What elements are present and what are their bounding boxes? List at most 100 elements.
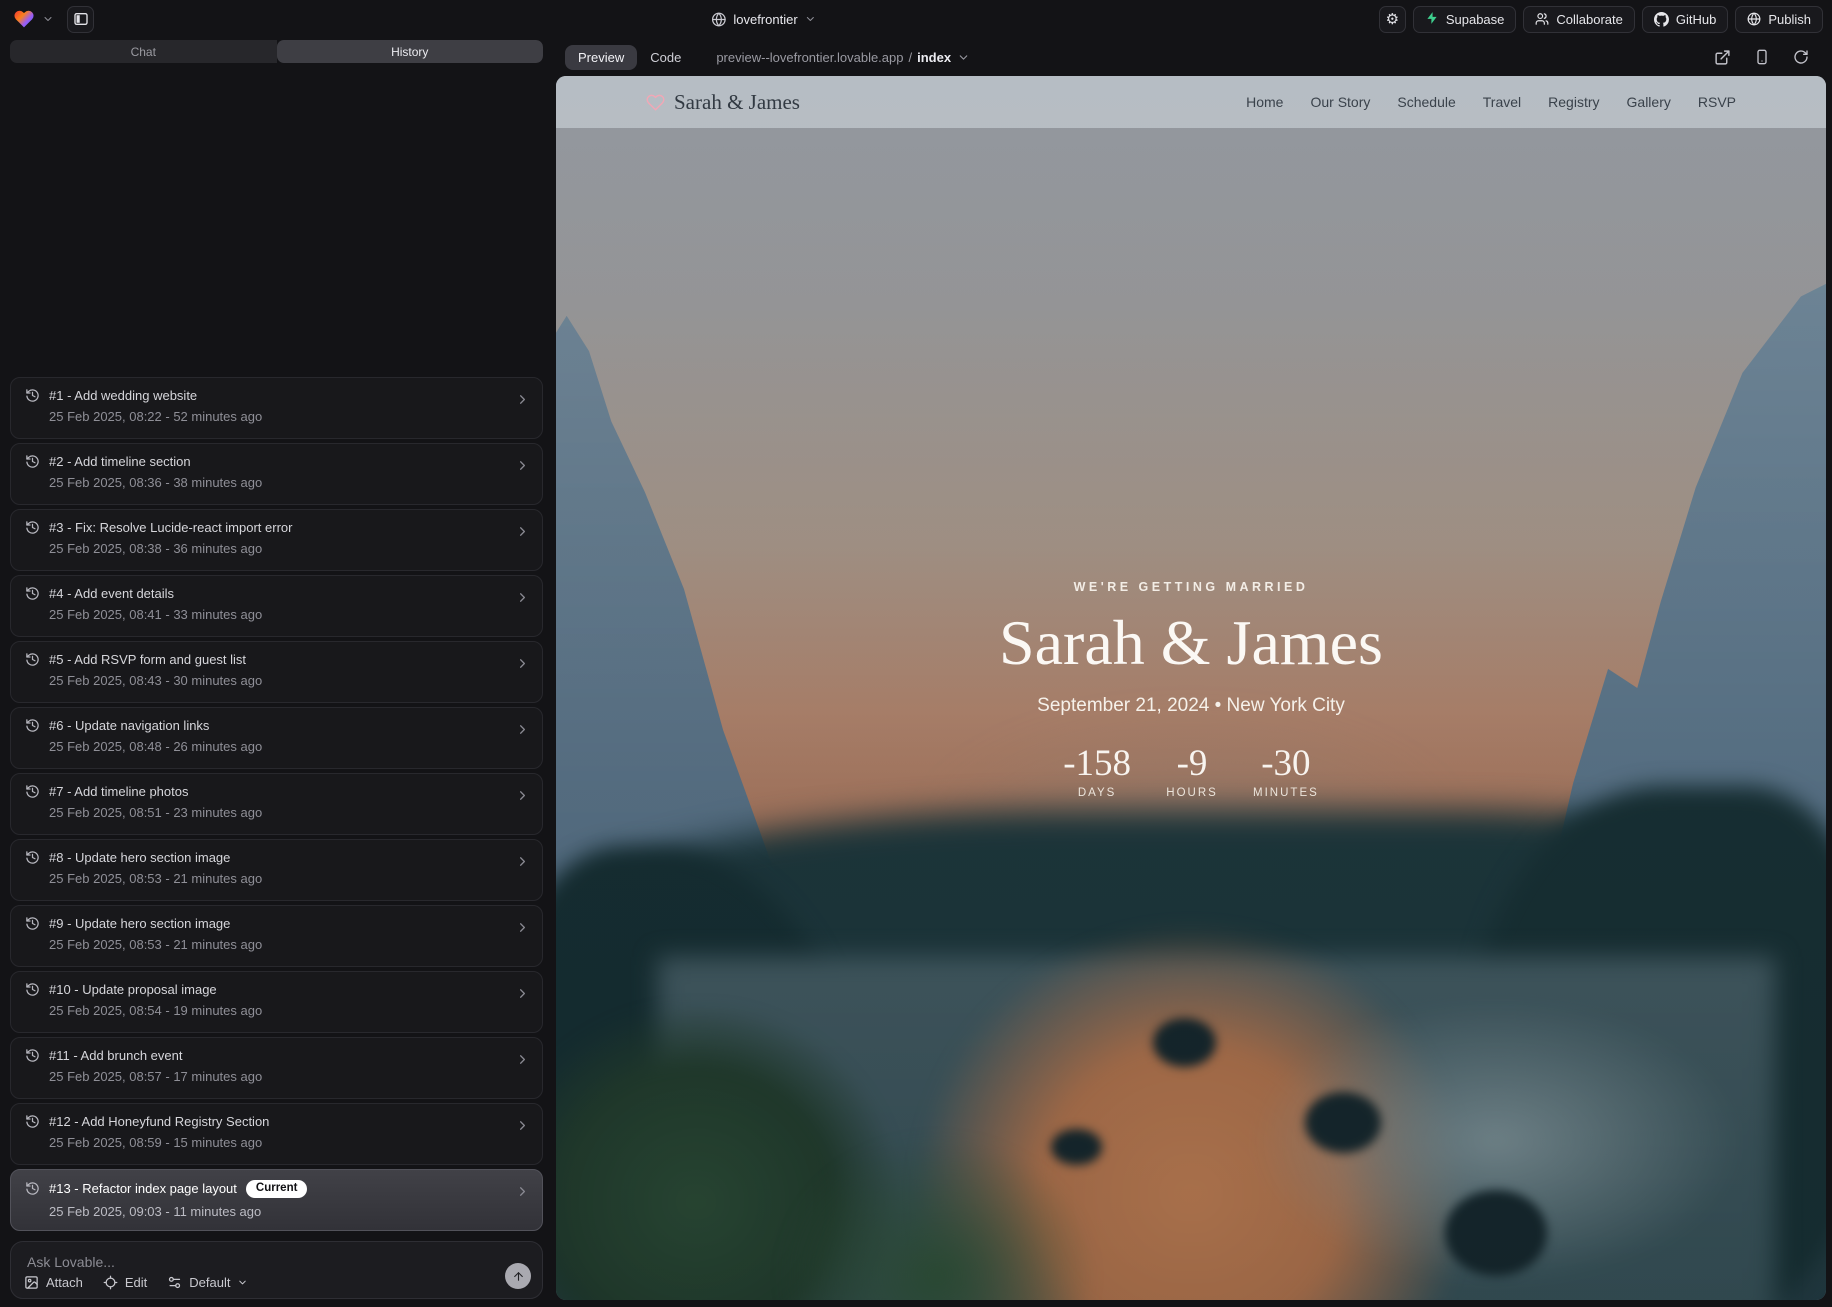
history-item-row: #4 - Add event details — [25, 586, 508, 601]
history-item[interactable]: #8 - Update hero section image 25 Feb 20… — [10, 839, 543, 901]
collaborate-button[interactable]: Collaborate — [1523, 6, 1635, 33]
site-nav-link[interactable]: Schedule — [1397, 94, 1455, 110]
history-item[interactable]: #3 - Fix: Resolve Lucide-react import er… — [10, 509, 543, 571]
tab-history[interactable]: History — [277, 40, 544, 63]
current-badge: Current — [246, 1180, 308, 1198]
chevron-right-icon[interactable] — [515, 1118, 530, 1133]
history-item-row: #6 - Update navigation links — [25, 718, 508, 733]
project-switcher[interactable]: lovefrontier — [711, 0, 816, 38]
history-clock-icon — [25, 850, 40, 865]
prompt-box: Attach Edit Defaul — [10, 1241, 543, 1299]
mobile-view-button[interactable] — [1754, 49, 1770, 65]
history-item-title: #12 - Add Honeyfund Registry Section — [49, 1114, 269, 1129]
globe-icon — [711, 12, 726, 27]
chevron-right-icon[interactable] — [515, 458, 530, 473]
history-item[interactable]: #2 - Add timeline section 25 Feb 2025, 0… — [10, 443, 543, 505]
open-in-new-tab-button[interactable] — [1714, 49, 1731, 66]
site-nav-link[interactable]: Our Story — [1310, 94, 1370, 110]
settings-button[interactable]: ⚙ — [1379, 6, 1406, 33]
history-item-timestamp: 25 Feb 2025, 08:59 - 15 minutes ago — [49, 1135, 508, 1150]
countdown-value: -158 — [1063, 742, 1131, 785]
history-item[interactable]: #13 - Refactor index page layout Current… — [10, 1169, 543, 1231]
publish-label: Publish — [1768, 12, 1811, 27]
site-logo[interactable]: Sarah & James — [646, 90, 800, 115]
url-chevron-down-icon — [957, 51, 970, 64]
chevron-right-icon[interactable] — [515, 524, 530, 539]
preview-tools — [1714, 49, 1826, 66]
history-item-row: #12 - Add Honeyfund Registry Section — [25, 1114, 508, 1129]
history-item[interactable]: #6 - Update navigation links 25 Feb 2025… — [10, 707, 543, 769]
history-item[interactable]: #9 - Update hero section image 25 Feb 20… — [10, 905, 543, 967]
site-nav-link[interactable]: RSVP — [1698, 94, 1736, 110]
history-clock-icon — [25, 718, 40, 733]
history-item-title: #8 - Update hero section image — [49, 850, 230, 865]
countdown-value: -30 — [1253, 742, 1319, 785]
history-item-title: #6 - Update navigation links — [49, 718, 209, 733]
history-item-timestamp: 25 Feb 2025, 08:51 - 23 minutes ago — [49, 805, 508, 820]
preview-url[interactable]: preview--lovefrontier.lovable.app / inde… — [716, 50, 970, 65]
history-item[interactable]: #10 - Update proposal image 25 Feb 2025,… — [10, 971, 543, 1033]
mode-select-button[interactable]: Default — [167, 1275, 248, 1290]
chevron-right-icon[interactable] — [515, 986, 530, 1001]
history-item-timestamp: 25 Feb 2025, 08:53 - 21 minutes ago — [49, 871, 508, 886]
history-clock-icon — [25, 520, 40, 535]
workspace-chevron-down-icon[interactable] — [42, 13, 54, 25]
publish-globe-icon — [1747, 12, 1761, 26]
prompt-input[interactable] — [11, 1242, 542, 1270]
chevron-right-icon[interactable] — [515, 392, 530, 407]
chevron-right-icon[interactable] — [515, 854, 530, 869]
countdown-unit: -9 HOURS — [1161, 742, 1223, 799]
site-nav-link[interactable]: Home — [1246, 94, 1283, 110]
publish-button[interactable]: Publish — [1735, 6, 1823, 33]
history-item-timestamp: 25 Feb 2025, 08:41 - 33 minutes ago — [49, 607, 508, 622]
chevron-right-icon[interactable] — [515, 1184, 530, 1199]
preview-url-domain: preview--lovefrontier.lovable.app — [716, 50, 903, 65]
toggle-sidebar-button[interactable] — [67, 6, 94, 33]
heart-icon — [646, 93, 665, 112]
mode-label: Default — [189, 1275, 230, 1290]
tab-preview[interactable]: Preview — [565, 45, 637, 70]
tab-chat[interactable]: Chat — [10, 40, 277, 63]
history-item-title: #11 - Add brunch event — [49, 1048, 182, 1063]
send-button[interactable] — [505, 1263, 531, 1289]
site-header: Sarah & James Home Our Story Schedule Tr… — [556, 76, 1826, 128]
history-clock-icon — [25, 982, 40, 997]
history-item[interactable]: #7 - Add timeline photos 25 Feb 2025, 08… — [10, 773, 543, 835]
history-item-title: #2 - Add timeline section — [49, 454, 191, 469]
preview-frame: Sarah & James Home Our Story Schedule Tr… — [556, 76, 1826, 1300]
history-item[interactable]: #5 - Add RSVP form and guest list 25 Feb… — [10, 641, 543, 703]
history-item[interactable]: #12 - Add Honeyfund Registry Section 25 … — [10, 1103, 543, 1165]
hero-title: Sarah & James — [556, 606, 1826, 680]
history-item-timestamp: 25 Feb 2025, 08:22 - 52 minutes ago — [49, 409, 508, 424]
countdown-unit: -158 DAYS — [1063, 742, 1131, 799]
supabase-button[interactable]: Supabase — [1413, 6, 1517, 33]
hero-subtitle: September 21, 2024 • New York City — [556, 695, 1826, 717]
chevron-right-icon[interactable] — [515, 920, 530, 935]
refresh-preview-button[interactable] — [1793, 49, 1809, 65]
site-nav-link[interactable]: Registry — [1548, 94, 1599, 110]
history-item[interactable]: #11 - Add brunch event 25 Feb 2025, 08:5… — [10, 1037, 543, 1099]
chevron-right-icon[interactable] — [515, 590, 530, 605]
history-clock-icon — [25, 586, 40, 601]
chevron-right-icon[interactable] — [515, 1052, 530, 1067]
chevron-right-icon[interactable] — [515, 722, 530, 737]
lovable-logo-icon[interactable] — [13, 8, 35, 30]
gear-icon: ⚙ — [1386, 12, 1399, 27]
topbar-left — [13, 0, 94, 38]
history-item-title: #7 - Add timeline photos — [49, 784, 188, 799]
site-logo-text: Sarah & James — [674, 90, 800, 115]
tab-code[interactable]: Code — [637, 45, 694, 70]
history-item-timestamp: 25 Feb 2025, 08:54 - 19 minutes ago — [49, 1003, 508, 1018]
attach-button[interactable]: Attach — [24, 1275, 83, 1290]
history-item[interactable]: #1 - Add wedding website 25 Feb 2025, 08… — [10, 377, 543, 439]
history-item[interactable]: #4 - Add event details 25 Feb 2025, 08:4… — [10, 575, 543, 637]
edit-button[interactable]: Edit — [103, 1275, 147, 1290]
project-name: lovefrontier — [733, 12, 797, 27]
site-nav-link[interactable]: Gallery — [1627, 94, 1671, 110]
history-clock-icon — [25, 652, 40, 667]
history-list: #1 - Add wedding website 25 Feb 2025, 08… — [10, 377, 543, 1235]
chevron-right-icon[interactable] — [515, 656, 530, 671]
site-nav-link[interactable]: Travel — [1483, 94, 1521, 110]
chevron-right-icon[interactable] — [515, 788, 530, 803]
github-button[interactable]: GitHub — [1642, 6, 1728, 33]
